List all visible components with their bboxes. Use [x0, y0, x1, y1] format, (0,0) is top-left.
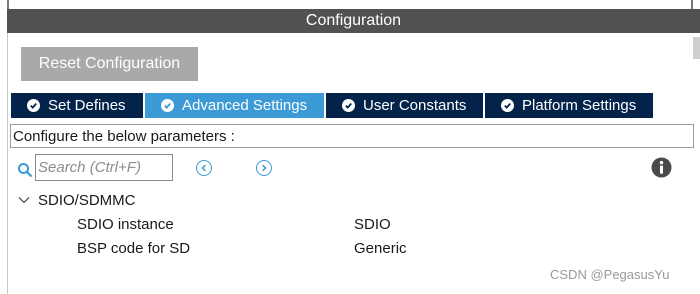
param-value: SDIO: [354, 216, 391, 233]
panel-title: Configuration: [7, 9, 700, 33]
scrollbar[interactable]: [693, 37, 700, 59]
tab-user-constants[interactable]: User Constants: [326, 93, 485, 118]
tab-label: User Constants: [363, 97, 467, 114]
chevron-down-icon: [18, 197, 30, 204]
param-name: SDIO instance: [77, 216, 174, 233]
tab-label: Set Defines: [48, 97, 126, 114]
tab-label: Advanced Settings: [182, 97, 308, 114]
param-value: Generic: [354, 240, 407, 257]
tab-platform-settings[interactable]: Platform Settings: [485, 93, 655, 118]
check-circle-icon: [501, 99, 514, 112]
info-icon[interactable]: [651, 157, 672, 178]
reset-configuration-button[interactable]: Reset Configuration: [21, 47, 198, 81]
tab-label: Platform Settings: [522, 97, 637, 114]
check-circle-icon: [161, 99, 174, 112]
search-input[interactable]: [35, 154, 173, 181]
tab-advanced-settings[interactable]: Advanced Settings: [145, 93, 326, 118]
watermark: CSDN @PegasusYu: [550, 267, 670, 282]
previous-result-button[interactable]: [196, 160, 212, 176]
group-label: SDIO/SDMMC: [38, 191, 136, 209]
check-circle-icon: [27, 99, 40, 112]
configure-prompt: Configure the below parameters :: [10, 124, 694, 148]
configuration-panel: Reset Configuration Set Defines Advanced…: [7, 33, 700, 294]
tab-bar: Set Defines Advanced Settings User Const…: [11, 93, 655, 118]
search-icon[interactable]: [17, 162, 33, 178]
chevron-left-icon: [201, 164, 206, 172]
tab-set-defines[interactable]: Set Defines: [11, 93, 145, 118]
chevron-right-icon: [262, 164, 267, 172]
param-name: BSP code for SD: [77, 240, 191, 257]
next-result-button[interactable]: [256, 160, 272, 176]
group-sdio-sdmmc[interactable]: SDIO/SDMMC: [18, 189, 136, 211]
check-circle-icon: [342, 99, 355, 112]
